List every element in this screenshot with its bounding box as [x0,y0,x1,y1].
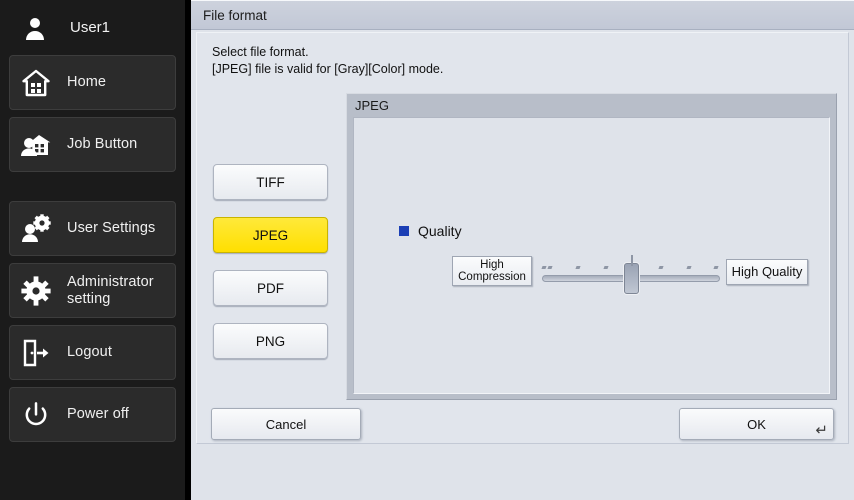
cancel-button-label: Cancel [265,416,307,432]
job-button-icon [19,128,53,162]
power-icon [19,398,53,432]
dialog-titlebar: File format [191,1,854,30]
format-button-label: PDF [257,280,284,296]
sidebar-item-job-button[interactable]: Job Button [9,117,176,172]
slider-thumb[interactable] [624,255,639,294]
slider-tick [541,266,547,269]
screen-root: User1 Home Job Button User Settings Admi… [0,0,854,500]
home-icon [19,66,53,100]
bullet-square-icon [399,226,409,236]
sidebar-item-label: Home [67,74,107,91]
high-quality-button[interactable]: High Quality [726,259,808,285]
dialog-footer: Cancel OK ↵ [197,408,850,445]
slider-tick [575,266,581,269]
sidebar-item-administrator-setting[interactable]: Administrator setting [9,263,176,318]
format-button-label: TIFF [256,174,285,190]
quality-label-row: Quality [399,223,462,239]
instruction-text: Select file format. [JPEG] file is valid… [212,45,444,77]
cancel-button[interactable]: Cancel [211,408,361,440]
slider-tick [547,266,553,269]
file-format-dialog: File format Select file format. [JPEG] f… [191,0,854,500]
sidebar-item-label: Job Button [67,136,138,153]
ok-button-label: OK [747,416,766,432]
user-settings-icon [19,212,53,246]
sidebar-user-row: User1 [0,0,185,55]
format-button-label: JPEG [252,227,289,243]
sidebar-item-label: Power off [67,406,129,423]
dialog-body: Select file format. [JPEG] file is valid… [196,32,849,444]
format-button-jpeg[interactable]: JPEG [213,217,328,253]
sidebar-item-power-off[interactable]: Power off [9,387,176,442]
sidebar-item-label: Administrator setting [67,274,154,307]
slider-tick [603,266,609,269]
jpeg-group-content: Quality High Compression High Quality [353,117,830,394]
sidebar-item-label: User Settings [67,220,156,237]
slider-tick [713,266,719,269]
quality-slider-area: High Compression High Quality [452,254,817,294]
sidebar-user-label: User1 [70,19,111,36]
jpeg-group-box: JPEG Quality High Compression High Quali… [346,93,837,400]
high-compression-button[interactable]: High Compression [452,256,532,286]
gear-icon [19,274,53,308]
dialog-title: File format [203,7,267,23]
format-button-tiff[interactable]: TIFF [213,164,328,200]
slider-tick [686,266,692,269]
sidebar-item-label: Logout [67,344,112,361]
sidebar-item-user-settings[interactable]: User Settings [9,201,176,256]
jpeg-group-title: JPEG [355,98,389,113]
quality-slider[interactable] [541,254,720,294]
logout-icon [19,336,53,370]
sidebar-item-logout[interactable]: Logout [9,325,176,380]
format-button-pdf[interactable]: PDF [213,270,328,306]
enter-key-icon: ↵ [815,422,828,439]
quality-label: Quality [418,223,462,239]
format-button-png[interactable]: PNG [213,323,328,359]
sidebar-item-home[interactable]: Home [9,55,176,110]
format-button-list: TIFF JPEG PDF PNG [213,164,328,376]
sidebar: User1 Home Job Button User Settings Admi… [0,0,188,500]
ok-button[interactable]: OK ↵ [679,408,834,440]
format-button-label: PNG [255,333,286,349]
person-icon [18,11,52,45]
slider-tick [658,266,664,269]
